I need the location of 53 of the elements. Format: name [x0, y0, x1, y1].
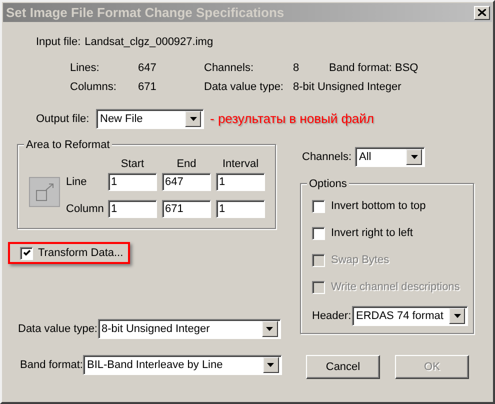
window-title: Set Image File Format Change Specifications	[6, 4, 284, 22]
info-label: Data value type:	[204, 80, 284, 95]
checkbox-label: Swap Bytes	[331, 252, 390, 268]
caret-icon	[190, 117, 196, 121]
checkbox-label: Transform Data...	[38, 246, 124, 261]
row-label: Line	[66, 174, 88, 190]
checkbox-label: Invert bottom to top	[331, 198, 426, 214]
row-label: Column	[66, 202, 103, 217]
info-value: 671	[137, 80, 158, 95]
close-icon	[478, 9, 486, 16]
caret-icon	[410, 155, 418, 159]
column-header: Start	[120, 157, 146, 169]
info-value: BSQ	[394, 60, 420, 76]
column-header: End	[176, 157, 198, 169]
checkbox[interactable]	[312, 200, 325, 212]
input-field[interactable]: 647	[162, 173, 211, 191]
group-title: Options	[307, 176, 349, 192]
column-header: Interval	[221, 157, 260, 169]
input-file-name: Landsat_clgz_000927.img	[84, 34, 214, 50]
input-field[interactable]: 1	[108, 173, 157, 191]
info-label: Channels:	[204, 60, 255, 76]
info-value: 8	[292, 60, 300, 76]
info-label: Lines:	[70, 60, 100, 76]
checkbox-label: Invert right to left	[331, 226, 413, 241]
caret-icon	[267, 363, 274, 367]
check-icon	[22, 249, 30, 257]
band-format-label: Band format:	[20, 358, 83, 373]
input-file-label: Input file:	[36, 34, 81, 50]
checkbox[interactable]	[20, 246, 33, 260]
info-value: 8-bit Unsigned Integer	[292, 80, 402, 95]
close-button[interactable]	[474, 6, 490, 20]
caret-icon	[266, 327, 273, 331]
header-label: Header:	[312, 308, 350, 324]
annotation-text: - результаты в новый файл	[210, 110, 374, 128]
checkbox-label: Write channel descriptions	[331, 280, 460, 295]
info-label: Columns:	[70, 80, 118, 95]
data-value-type-label: Data value type:	[18, 322, 98, 337]
info-label: Band format:	[329, 60, 392, 76]
input-field[interactable]: 1	[216, 200, 265, 218]
info-value: 647	[137, 60, 158, 76]
output-file-label: Output file:	[36, 112, 90, 127]
band-format-dropdown[interactable]: BIL-Band Interleave by Line	[82, 355, 282, 375]
data-value-type-dropdown[interactable]: 8-bit Unsigned Integer	[98, 319, 280, 339]
caret-icon	[454, 314, 460, 318]
header-dropdown[interactable]: ERDAS 74 format	[352, 306, 468, 326]
output-file-dropdown[interactable]: New File	[96, 109, 204, 129]
input-field[interactable]: 671	[162, 200, 211, 218]
input-field[interactable]: 1	[108, 200, 157, 218]
channels-label: Channels:	[302, 150, 353, 165]
input-field[interactable]: 1	[216, 173, 265, 191]
dialog-button[interactable]: Cancel	[306, 355, 380, 379]
channels-dropdown[interactable]: All	[355, 147, 425, 167]
checkbox[interactable]	[312, 226, 325, 240]
